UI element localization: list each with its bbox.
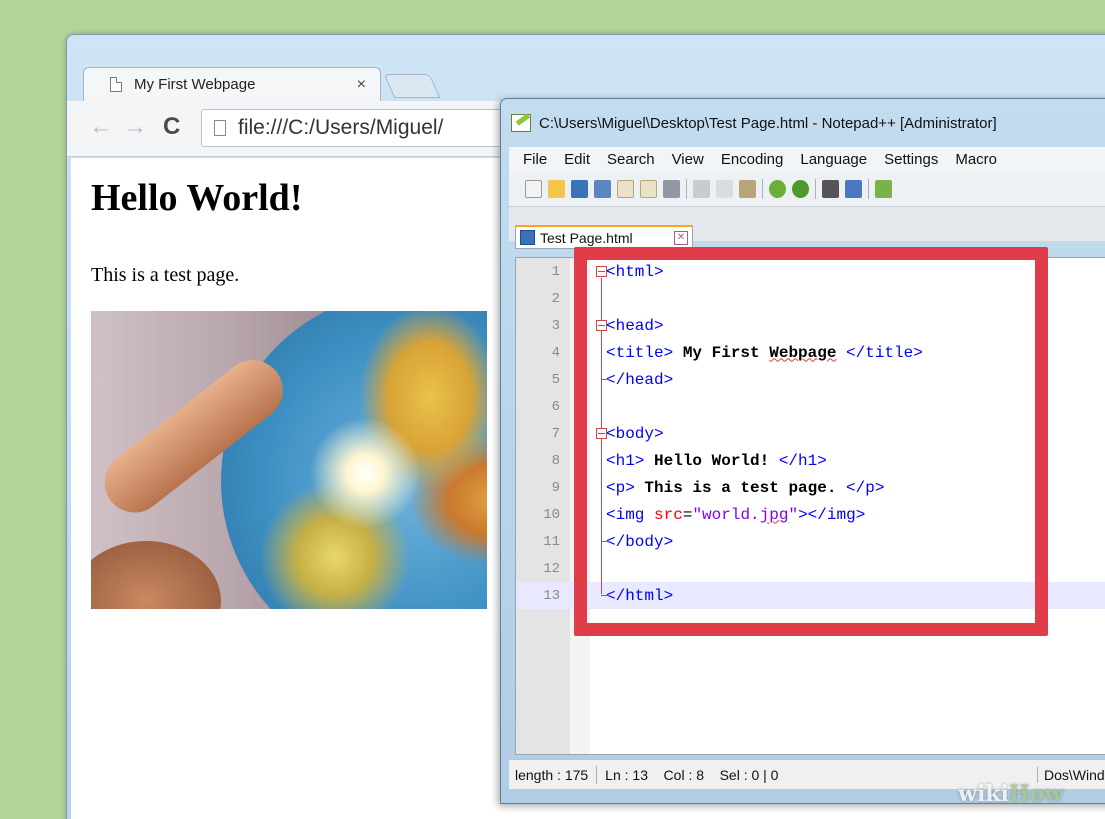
document-tabstrip: Test Page.html ✕: [509, 207, 1105, 249]
find-icon[interactable]: [822, 179, 839, 198]
browser-tab[interactable]: My First Webpage ×: [83, 67, 381, 101]
open-folder-icon[interactable]: [548, 179, 565, 198]
document-tab-label: Test Page.html: [540, 229, 633, 246]
watermark-how: How: [1008, 781, 1064, 807]
line-number: 3: [551, 317, 560, 334]
toolbar-divider: [868, 178, 869, 199]
replace-icon[interactable]: [845, 179, 862, 198]
save-icon[interactable]: [571, 179, 588, 198]
menu-settings[interactable]: Settings: [884, 151, 938, 168]
notepad-toolbar: [509, 171, 1105, 207]
print-icon[interactable]: [663, 179, 680, 198]
line-number: 4: [551, 344, 560, 361]
line-number: 1: [551, 263, 560, 280]
line-number: 12: [543, 560, 560, 577]
forward-arrow-icon[interactable]: →: [123, 113, 147, 141]
notepad-titlebar[interactable]: C:\Users\Miguel\Desktop\Test Page.html -…: [511, 109, 997, 137]
reload-icon[interactable]: C: [163, 113, 180, 141]
status-divider: [596, 765, 598, 784]
copy-icon[interactable]: [716, 179, 733, 198]
new-tab-button[interactable]: [383, 74, 441, 98]
window-title: C:\Users\Miguel\Desktop\Test Page.html -…: [539, 114, 997, 132]
cut-icon[interactable]: [693, 179, 710, 198]
document-tab[interactable]: Test Page.html ✕: [515, 225, 693, 249]
hand: [91, 541, 221, 609]
menu-file[interactable]: File: [523, 151, 547, 168]
menu-macro[interactable]: Macro: [955, 151, 997, 168]
page-heading: Hello World!: [91, 177, 303, 219]
redo-icon[interactable]: [792, 179, 809, 198]
close-icon[interactable]: ✕: [674, 230, 688, 245]
tab-title: My First Webpage: [134, 76, 256, 93]
wikihow-watermark: wikiHow: [958, 781, 1063, 807]
menu-encoding[interactable]: Encoding: [721, 151, 784, 168]
close-file-icon[interactable]: [617, 179, 634, 198]
line-number: 9: [551, 479, 560, 496]
save-all-icon[interactable]: [594, 179, 611, 198]
menu-search[interactable]: Search: [607, 151, 655, 168]
highlight-rectangle: [574, 247, 1048, 636]
menu-edit[interactable]: Edit: [564, 151, 590, 168]
zoom-icon[interactable]: [875, 179, 892, 198]
line-number: 11: [543, 533, 560, 550]
document-length: length : 175: [515, 766, 589, 783]
paste-icon[interactable]: [739, 179, 756, 198]
line-number: 2: [551, 290, 560, 307]
globe: [221, 311, 487, 609]
line-number: 10: [543, 506, 560, 523]
new-file-icon[interactable]: [525, 179, 542, 198]
notepad-app-icon: [511, 114, 531, 132]
watermark-wiki: wiki: [958, 781, 1009, 807]
menu-bar: File Edit Search View Encoding Language …: [509, 147, 1105, 171]
close-icon[interactable]: ×: [357, 76, 366, 94]
page-paragraph: This is a test page.: [91, 264, 240, 286]
line-number: 5: [551, 371, 560, 388]
page-icon: [214, 120, 226, 136]
close-all-icon[interactable]: [640, 179, 657, 198]
toolbar-divider: [686, 178, 687, 199]
line-number: 7: [551, 425, 560, 442]
line-number: 6: [551, 398, 560, 415]
back-arrow-icon[interactable]: ←: [89, 113, 113, 141]
page-icon: [110, 77, 122, 92]
saved-file-icon: [520, 230, 535, 245]
toolbar-divider: [762, 178, 763, 199]
line-number: 13: [543, 587, 560, 604]
undo-icon[interactable]: [769, 179, 786, 198]
menu-view[interactable]: View: [672, 151, 704, 168]
url-text[interactable]: file:///C:/Users/Miguel/: [238, 116, 443, 140]
menu-language[interactable]: Language: [800, 151, 867, 168]
cursor-position: Ln : 13 Col : 8 Sel : 0 | 0: [605, 766, 779, 783]
toolbar-divider: [815, 178, 816, 199]
globe-image: [91, 311, 487, 609]
line-number: 8: [551, 452, 560, 469]
